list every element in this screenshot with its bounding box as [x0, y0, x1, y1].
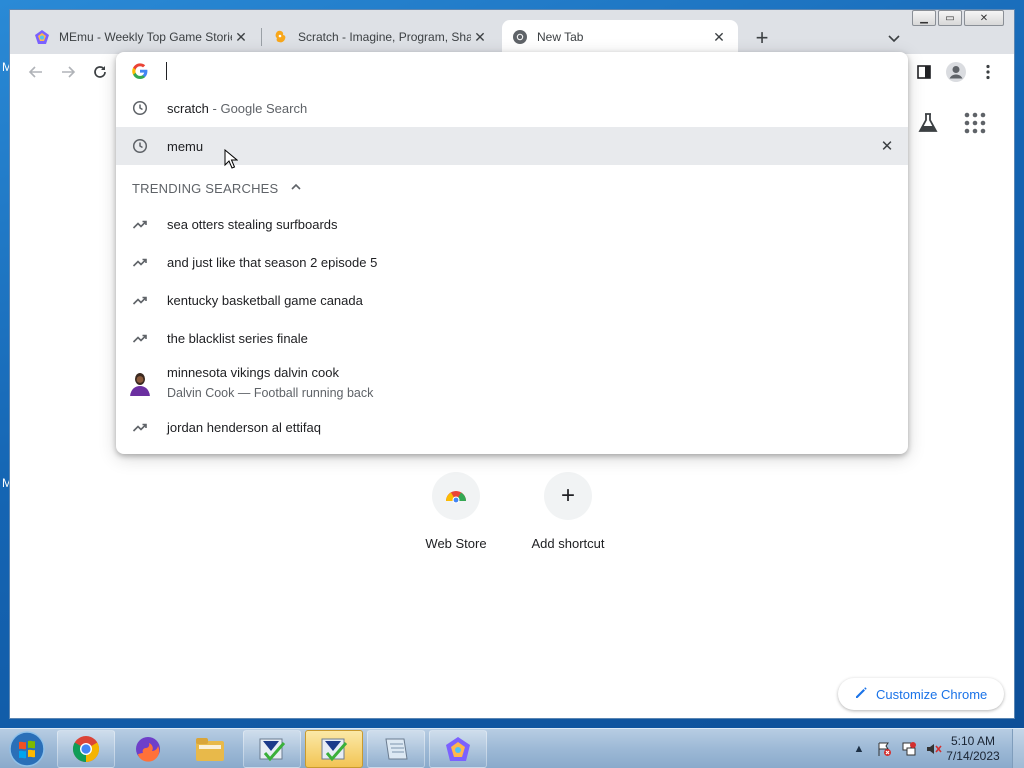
person-thumbnail-image — [127, 370, 153, 396]
chevron-up-icon[interactable] — [290, 181, 302, 196]
text-caret — [166, 62, 167, 80]
trending-arrow-icon — [131, 329, 149, 347]
trending-suggestion[interactable]: sea otters stealing surfboards — [116, 205, 908, 243]
memu-favicon-icon — [34, 29, 50, 45]
clock-date: 7/14/2023 — [946, 749, 1000, 763]
taskbar-memu-button[interactable] — [429, 730, 487, 768]
taskbar-app-checkmark-active-button[interactable] — [305, 730, 363, 768]
new-tab-button[interactable]: + — [750, 25, 774, 50]
trending-searches-header[interactable]: TRENDING SEARCHES — [132, 178, 302, 198]
tab-new-tab[interactable]: New Tab ✕ — [502, 20, 738, 54]
suggestion-text: and just like that season 2 episode 5 — [167, 254, 378, 270]
tab-title: Scratch - Imagine, Program, Share — [298, 30, 471, 44]
tab-close-icon[interactable]: ✕ — [710, 28, 728, 46]
suggestion-history-scratch[interactable]: scratch - Google Search — [116, 89, 908, 127]
taskbar-firefox-button[interactable] — [119, 730, 177, 768]
google-g-icon — [132, 63, 148, 79]
action-center-flag-icon[interactable] — [876, 741, 892, 757]
suggestion-text: jordan henderson al ettifaq — [167, 419, 321, 435]
trending-entity-suggestion[interactable]: minnesota vikings dalvin cook Dalvin Coo… — [116, 360, 908, 406]
entity-subtitle: Dalvin Cook — Football running back — [167, 386, 374, 400]
trending-suggestion[interactable]: jordan henderson al ettifaq — [116, 408, 908, 446]
tab-separator — [261, 28, 262, 46]
tab-memu[interactable]: MEmu - Weekly Top Game Stories ✕ — [24, 20, 260, 54]
tab-scratch[interactable]: Scratch - Imagine, Program, Share ✕ — [263, 20, 499, 54]
history-clock-icon — [131, 137, 149, 155]
scratch-favicon-icon — [273, 29, 289, 45]
tray-expand-arrow-icon[interactable]: ▲ — [851, 741, 867, 757]
reload-icon[interactable] — [88, 60, 112, 84]
start-button[interactable] — [4, 730, 50, 768]
side-panel-icon[interactable] — [912, 60, 936, 84]
omnibox-input[interactable] — [166, 61, 866, 81]
chrome-favicon-icon — [512, 29, 528, 45]
suggestion-text: the blacklist series finale — [167, 330, 308, 346]
remove-suggestion-icon[interactable]: ✕ — [878, 137, 896, 155]
network-icon[interactable] — [901, 741, 917, 757]
entity-title: minnesota vikings dalvin cook — [167, 365, 339, 380]
history-clock-icon — [131, 99, 149, 117]
chrome-labs-flask-icon[interactable] — [916, 111, 940, 135]
suggestion-text: kentucky basketball game canada — [167, 292, 363, 308]
window-controls: ▁ ▭ ✕ — [910, 10, 1004, 26]
taskbar-clock[interactable]: 5:10 AM 7/14/2023 — [940, 734, 1006, 764]
tab-close-icon[interactable]: ✕ — [471, 28, 489, 46]
shortcut-label: Add shortcut — [531, 536, 605, 551]
shortcut-web-store[interactable]: Web Store — [401, 472, 511, 551]
trending-arrow-icon — [131, 418, 149, 436]
mouse-cursor-icon — [224, 148, 239, 169]
taskbar-notepad-button[interactable] — [367, 730, 425, 768]
tab-strip: MEmu - Weekly Top Game Stories ✕ Scratch… — [10, 10, 1014, 54]
shortcut-label: Web Store — [425, 536, 487, 551]
trending-arrow-icon — [131, 215, 149, 233]
google-apps-grid-icon[interactable] — [964, 112, 986, 134]
suggestion-text: scratch - Google Search — [167, 100, 308, 116]
trending-arrow-icon — [131, 253, 149, 271]
suggestion-text: sea otters stealing surfboards — [167, 216, 338, 232]
clock-time: 5:10 AM — [950, 734, 996, 748]
close-window-button[interactable]: ✕ — [964, 10, 1004, 26]
suggestion-text: memu — [167, 138, 204, 154]
show-desktop-button[interactable] — [1012, 729, 1024, 768]
forward-arrow-icon[interactable] — [56, 60, 80, 84]
trending-suggestion[interactable]: and just like that season 2 episode 5 — [116, 243, 908, 281]
maximize-button[interactable]: ▭ — [938, 10, 962, 26]
tab-title: New Tab — [537, 30, 584, 44]
tab-close-icon[interactable]: ✕ — [232, 28, 250, 46]
omnibox-input-row[interactable] — [116, 52, 908, 90]
minimize-button[interactable]: ▁ — [912, 10, 936, 26]
omnibox-dropdown: scratch - Google Search memu ✕ TRENDING … — [116, 52, 908, 454]
tab-search-chevron-icon[interactable] — [884, 28, 904, 48]
taskbar-app-checkmark-button[interactable] — [243, 730, 301, 768]
trending-header-label: TRENDING SEARCHES — [132, 180, 279, 196]
customize-chrome-button[interactable]: Customize Chrome — [838, 678, 1004, 710]
trending-arrow-icon — [131, 291, 149, 309]
back-arrow-icon[interactable] — [24, 60, 48, 84]
tab-title: MEmu - Weekly Top Game Stories — [59, 30, 232, 44]
system-tray: ▲ — [842, 729, 942, 768]
trending-suggestion[interactable]: kentucky basketball game canada — [116, 281, 908, 319]
taskbar-chrome-button[interactable] — [57, 730, 115, 768]
pencil-icon — [854, 686, 868, 703]
trending-suggestion[interactable]: the blacklist series finale — [116, 319, 908, 357]
plus-icon: + — [544, 472, 592, 520]
web-store-icon — [432, 472, 480, 520]
menu-dots-icon[interactable] — [976, 60, 1000, 84]
shortcut-add[interactable]: + Add shortcut — [513, 472, 623, 551]
windows-taskbar: ▲ 5:10 AM 7/14/2023 — [0, 728, 1024, 768]
taskbar-file-explorer-button[interactable] — [181, 730, 239, 768]
profile-avatar-icon[interactable] — [944, 60, 968, 84]
customize-label: Customize Chrome — [876, 686, 988, 702]
